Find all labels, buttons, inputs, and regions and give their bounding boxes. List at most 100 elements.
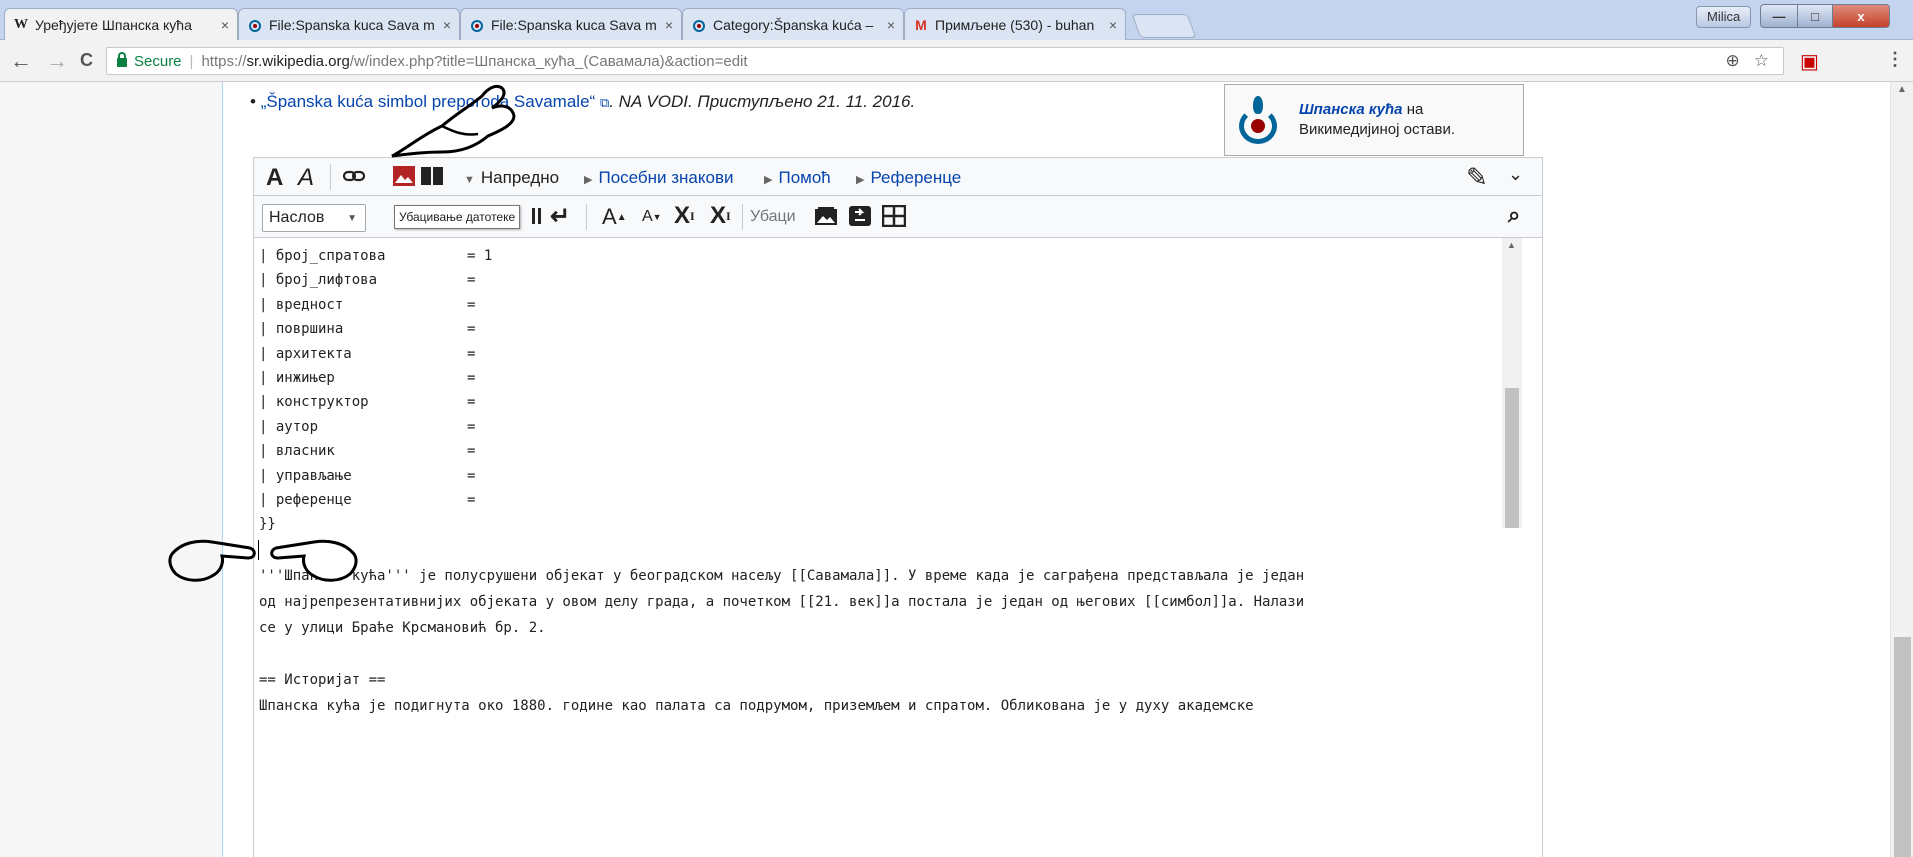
tab-edit-spanish-house[interactable]: W Уређујете Шпанска кућа ×: [4, 8, 238, 40]
help-label: Помоћ: [778, 168, 831, 187]
close-tab-icon[interactable]: ×: [221, 17, 229, 33]
param-value: =: [467, 370, 476, 386]
close-tab-icon[interactable]: ×: [665, 17, 673, 33]
back-icon[interactable]: ←: [10, 48, 32, 74]
body-line: од најрепрезентативнијих објеката у овом…: [259, 594, 1305, 610]
editor-mode-caret-icon[interactable]: ⌄: [1508, 164, 1523, 185]
gallery-icon[interactable]: [814, 206, 838, 226]
secure-indicator[interactable]: Secure: [117, 51, 182, 70]
table-icon[interactable]: [882, 205, 906, 227]
chevron-down-icon: ▼: [347, 213, 357, 224]
page-scrollbar-thumb[interactable]: [1894, 637, 1911, 857]
references-menu[interactable]: ▶ Референце: [856, 168, 961, 188]
pencil-icon[interactable]: ✎: [1466, 162, 1488, 193]
param-value: =: [467, 321, 476, 338]
tab-file-2[interactable]: File:Spanska kuca Sava m ×: [460, 8, 682, 40]
small-text-button[interactable]: A ▼: [642, 208, 662, 226]
code-line: | власник =: [259, 439, 475, 463]
special-chars-menu[interactable]: ▶ Посебни знакови: [584, 168, 734, 188]
commons-logo-icon: [1237, 96, 1281, 144]
subscript-glyph: X: [710, 202, 727, 229]
reload-icon[interactable]: C: [80, 50, 93, 71]
scroll-up-arrow-icon[interactable]: ▲: [1897, 84, 1907, 95]
browser-menu-icon[interactable]: ⋮: [1886, 49, 1904, 70]
bold-button[interactable]: A: [266, 164, 283, 192]
param-value: =: [467, 467, 476, 484]
bookmark-star-icon[interactable]: ☆: [1754, 51, 1769, 71]
heading-select-value: Наслов: [269, 209, 325, 226]
param-value: = 1: [467, 248, 493, 264]
subscript-button[interactable]: XI: [710, 202, 731, 230]
tooltip-insert-file: Убацивање датотеке: [394, 205, 521, 229]
expand-arrow-icon: ▶: [764, 174, 773, 186]
param-value: =: [467, 272, 476, 289]
code-line: | вредност =: [259, 293, 475, 317]
insert-image-icon[interactable]: [392, 165, 416, 187]
new-tab-button[interactable]: [1131, 14, 1197, 38]
close-tab-icon[interactable]: ×: [443, 17, 451, 33]
code-line: | инжињер =: [259, 366, 475, 390]
big-text-button[interactable]: A ▲: [602, 204, 627, 230]
tab-gmail[interactable]: M Примљене (530) - buhan ×: [904, 8, 1126, 40]
body-line: се у улици Браће Крсмановић бр. 2.: [259, 620, 546, 636]
heading-select[interactable]: Наслов ▼: [262, 204, 366, 232]
search-replace-icon[interactable]: ⌕: [1508, 202, 1520, 228]
redirect-icon[interactable]: [848, 205, 872, 227]
tab-file-1[interactable]: File:Spanska kuca Sava m ×: [238, 8, 460, 40]
expand-arrow-icon: ▶: [856, 174, 865, 186]
address-bar[interactable]: Secure | https://sr.wikipedia.org/w/inde…: [106, 47, 1784, 75]
code-line: | површина =: [259, 317, 475, 341]
page-scrollbar[interactable]: ▲: [1890, 82, 1913, 857]
close-tab-icon[interactable]: ×: [1109, 17, 1117, 33]
commons-icon: [247, 17, 263, 33]
profile-button[interactable]: Milica: [1696, 6, 1752, 28]
minimize-button[interactable]: —: [1760, 4, 1798, 28]
param-value: =: [467, 394, 476, 411]
insert-label: Убаци: [750, 208, 796, 225]
pointing-hand-icon: [270, 539, 358, 582]
code-line: | број_лифтова =: [259, 268, 475, 292]
book-icon[interactable]: [420, 165, 444, 187]
maximize-button[interactable]: □: [1797, 4, 1833, 28]
subscript-mark: I: [726, 208, 731, 223]
code-line: | број_спратова = 1: [259, 244, 492, 268]
link-icon[interactable]: [342, 166, 366, 186]
ref-bullet: •: [250, 92, 256, 111]
zoom-icon[interactable]: ⊕: [1726, 51, 1740, 71]
help-menu[interactable]: ▶ Помоћ: [764, 168, 831, 188]
wikitext-editor: A A ▼ Напредно ▶ Посебни знакови ▶ Помоћ ▶ Р…: [253, 157, 1543, 857]
wikitext-textarea[interactable]: | број_спратова = 1 | број_лифтова = | вредн…: [254, 238, 1542, 857]
ref-tail: . NA VODI. Приступљено 21. 11. 2016.: [609, 92, 916, 111]
browser-toolbar: ← → C Secure | https://sr.wikipedia.org /…: [0, 40, 1913, 82]
gmail-icon: M: [915, 16, 927, 33]
gift-extension-icon[interactable]: ▣: [1800, 49, 1819, 74]
commons-link[interactable]: Шпанска кућа: [1299, 101, 1403, 118]
superscript-glyph: X: [674, 202, 691, 229]
advanced-menu[interactable]: ▼ Напредно: [464, 168, 559, 188]
param-key: | број_лифтова: [259, 272, 378, 289]
url-host: sr.wikipedia.org: [246, 52, 350, 70]
tab-category[interactable]: Category:Španska kuća – ×: [682, 8, 904, 40]
pointing-hand-icon: [391, 84, 516, 158]
editor-scrollbar-thumb[interactable]: [1505, 388, 1519, 528]
list-icon[interactable]: [530, 206, 544, 226]
param-key: | референце: [259, 492, 352, 508]
wikipedia-icon: W: [14, 16, 28, 32]
italic-button[interactable]: A: [298, 164, 314, 192]
commons-on: на: [1402, 101, 1424, 118]
superscript-button[interactable]: XI: [674, 202, 695, 230]
forward-icon[interactable]: →: [46, 48, 68, 74]
tab-strip: W Уређујете Шпанска кућа × File:Spanska …: [0, 0, 1913, 40]
scroll-up-arrow-icon[interactable]: ▲: [1507, 240, 1516, 250]
url-separator: |: [189, 52, 194, 70]
newline-icon[interactable]: ↵: [550, 202, 570, 231]
editor-scrollbar[interactable]: ▲: [1502, 238, 1522, 528]
code-line: }}: [259, 512, 276, 536]
collapse-arrow-icon: ▼: [464, 174, 475, 186]
advanced-label: Напредно: [480, 168, 560, 187]
secure-label: Secure: [134, 52, 182, 70]
pointing-hand-icon: [168, 539, 256, 582]
close-tab-icon[interactable]: ×: [887, 17, 895, 33]
window-close-button[interactable]: x: [1832, 4, 1890, 28]
down-arrow-icon: ▼: [652, 212, 662, 222]
